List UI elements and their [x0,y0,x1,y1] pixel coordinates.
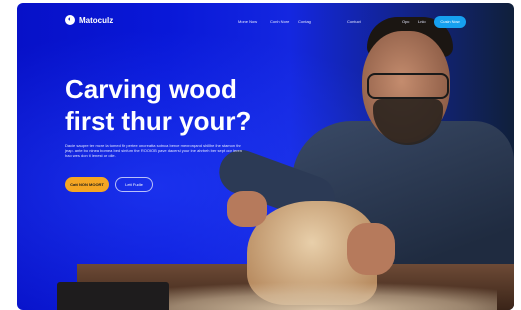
nav-link-opc[interactable]: Opc [402,19,409,24]
brand-name: Matoculz [79,15,114,25]
brand-logo[interactable]: ◐ Matoculz [65,15,113,25]
hero-section: ◐ Matoculz Mone Now Conh Nore Contag Con… [17,3,514,310]
nav-link-contuct[interactable]: Contuct [347,19,361,24]
nav-link-mone-now[interactable]: Mone Now [238,19,257,24]
primary-cta-button[interactable]: Catt NON MOORT [65,177,109,192]
hero-photo-toolbox [57,282,169,310]
top-navigation: ◐ Matoculz Mone Now Conh Nore Contag Con… [17,3,514,35]
hero-headline: Carving wood first thur your? [65,74,252,136]
nav-cta-button[interactable]: Cusin Now [434,16,466,28]
logo-icon: ◐ [65,15,75,25]
secondary-cta-button[interactable]: Lett Fudle [115,177,153,192]
hero-photo-hand [347,223,395,275]
nav-link-lnlo[interactable]: Lnlo [418,19,426,24]
nav-link-contag[interactable]: Contag [298,19,311,24]
hero-subtext: Dacie saupre ter mcre la tomed fir perte… [65,143,242,158]
hero-photo-glasses [367,73,449,99]
hero-photo-hand-chisel [227,191,267,227]
nav-link-conh-nore[interactable]: Conh Nore [270,19,289,24]
